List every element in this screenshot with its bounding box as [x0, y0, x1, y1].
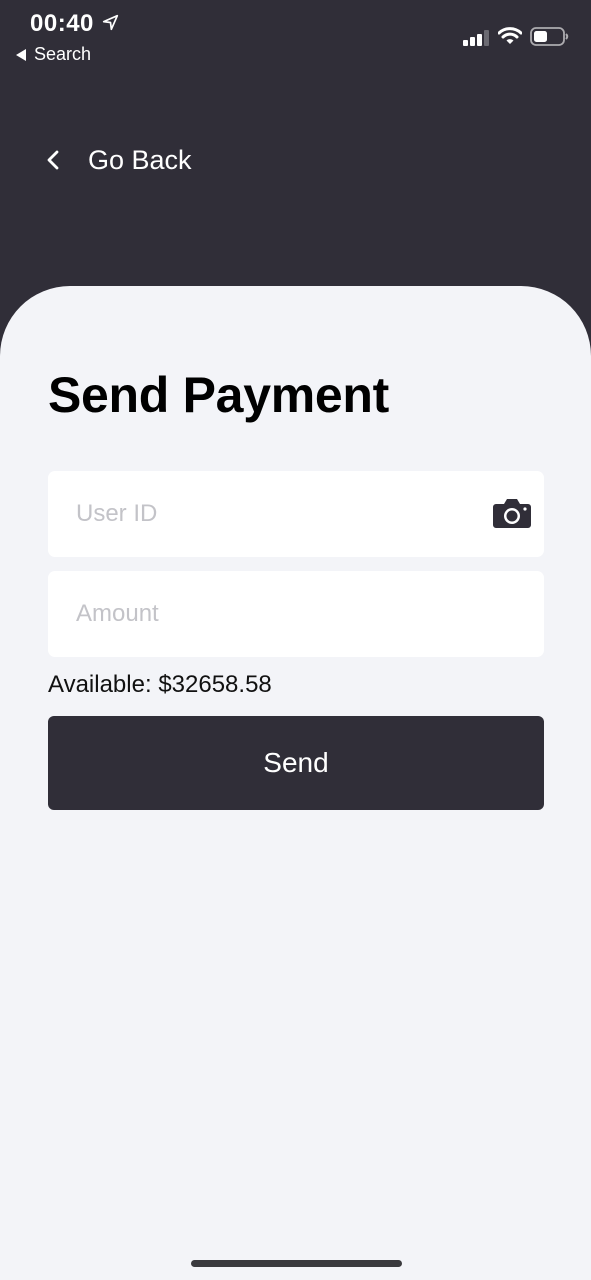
available-balance: Available: $32658.58 — [48, 671, 272, 699]
status-time: 00:40 — [30, 10, 94, 37]
amount-input[interactable] — [48, 571, 544, 657]
amount-field — [48, 571, 544, 657]
user-id-input[interactable] — [48, 471, 544, 557]
status-bar: 00:40 Search — [0, 0, 591, 70]
user-id-field — [48, 471, 544, 557]
location-arrow-icon — [102, 14, 119, 31]
go-back-label: Go Back — [88, 144, 192, 175]
cellular-signal-icon — [463, 30, 489, 46]
back-triangle-icon — [16, 48, 26, 61]
battery-icon — [530, 27, 569, 46]
wifi-icon — [498, 27, 522, 44]
back-to-search-button[interactable]: Search — [16, 44, 91, 65]
home-indicator — [191, 1260, 402, 1267]
page-title: Send Payment — [48, 367, 389, 423]
back-app-label: Search — [34, 44, 92, 64]
available-label: Available: — [48, 671, 152, 698]
camera-icon[interactable] — [492, 497, 532, 529]
chevron-left-icon — [47, 150, 59, 170]
send-payment-screen: 00:40 Search Go Back Send Payment User I… — [0, 0, 591, 1280]
send-button[interactable]: Send — [48, 716, 544, 810]
content-sheet: Send Payment Available: $32658.58 Send — [0, 286, 591, 1280]
go-back-button[interactable]: Go Back — [40, 138, 192, 182]
available-value: $32658.58 — [158, 671, 272, 698]
